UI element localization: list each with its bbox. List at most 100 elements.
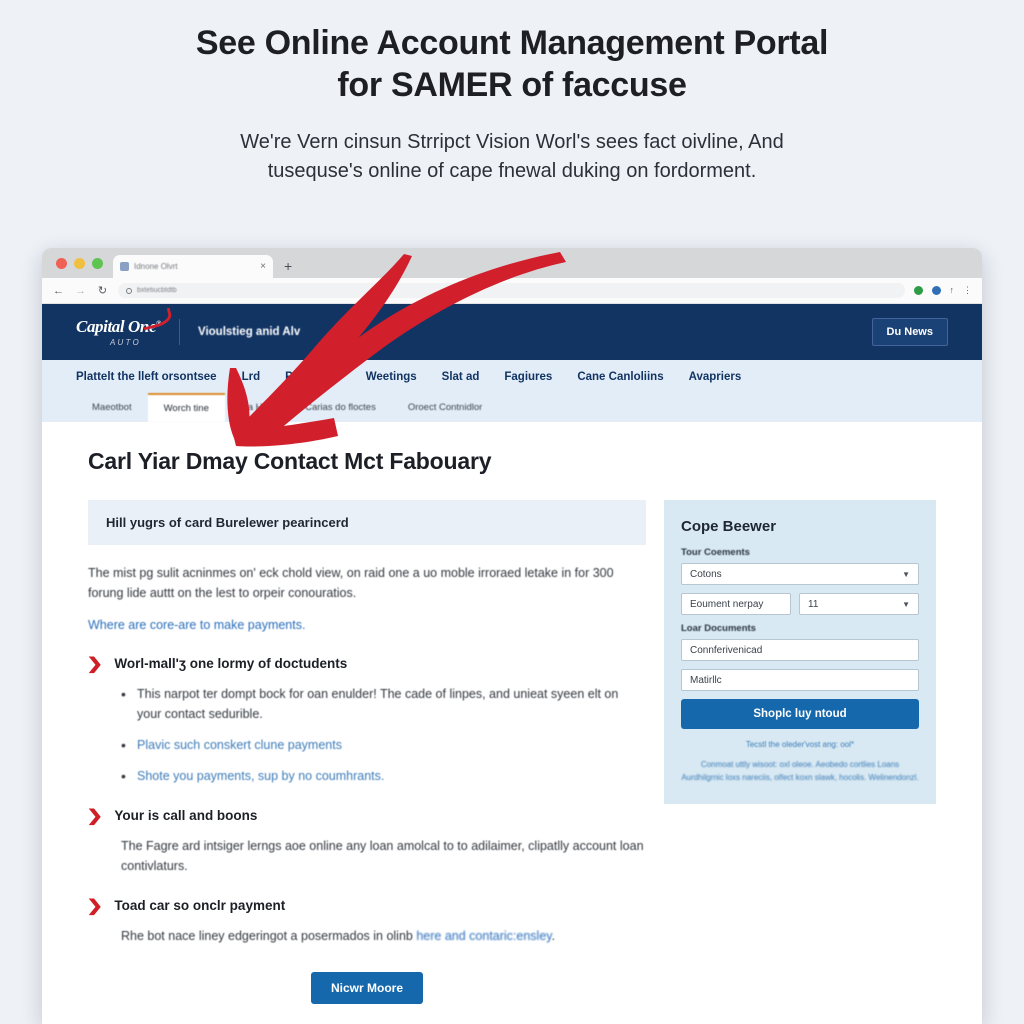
section-3: ❯ Toad car so onclr payment Rhe bot nace… — [86, 898, 646, 946]
learn-more-button[interactable]: Nicwr Moore — [310, 972, 423, 1005]
section-2-title: Your is call and boons — [114, 807, 258, 823]
favicon-icon — [120, 262, 129, 271]
swoosh-icon — [140, 307, 174, 331]
inline-contact-link[interactable]: here and contaric:ensley — [416, 929, 551, 943]
sidebar-cta-button[interactable]: Shoplc luy ntoud — [681, 699, 919, 729]
minimize-window-button[interactable] — [74, 257, 85, 269]
header-divider — [178, 319, 180, 345]
section-3-paragraph: Rhe bot nace liney edgeringot a posermad… — [121, 926, 646, 946]
payments-link[interactable]: Where are core-are to make payments. — [88, 618, 305, 632]
browser-tabstrip: Idnone Olvrt × + — [42, 248, 982, 278]
back-icon[interactable]: ← — [52, 285, 65, 297]
nav-item-6[interactable]: Cane Canloliins — [577, 371, 663, 383]
page-title-line-2: for SAMER of faccuse — [337, 66, 687, 105]
chevron-right-icon: ❯ — [86, 898, 104, 915]
sidebar-input-4-value: Matirllc — [690, 674, 722, 686]
list-item[interactable]: Plavic such conskert clune payments — [121, 734, 646, 756]
sidebar-fine-print-2: Conmoat uttly wisoot: oxl oleoe. Aeobedo… — [681, 760, 919, 783]
sidebar-input-3-value: Connferivenicad — [690, 644, 763, 656]
section-3-text-pre: Rhe bot nace liney edgeringot a posermad… — [121, 929, 417, 943]
browser-tab-title: Idnone Olvrt — [134, 262, 178, 271]
sidebar-select-2[interactable]: 11 ▼ — [799, 593, 919, 615]
bottom-button-wrap: Nicwr Moore — [88, 972, 646, 1005]
forward-icon[interactable]: → — [74, 285, 87, 297]
address-bar[interactable]: bxtetiucbtdtb — [118, 283, 905, 298]
subnav-tab-3[interactable]: Carias do floctes — [289, 393, 392, 422]
close-window-button[interactable] — [56, 257, 67, 269]
nav-item-1[interactable]: Lrd — [242, 371, 261, 383]
page-subtitle-line-1: We're Vern cinsun Strripct Vision Worl's… — [240, 131, 784, 154]
sidebar-input-3[interactable]: Connferivenicad — [681, 639, 919, 661]
section-2-paragraph: The Fagre ard intsiger lerngs aoe online… — [121, 838, 644, 873]
extension-icon[interactable] — [913, 286, 923, 295]
content-heading: Carl Yiar Dmay Contact Mct Fabouary — [88, 448, 492, 474]
intro-paragraph: The mist pg sulit acninmes on' eck chold… — [88, 566, 614, 601]
page-title-line-1: See Online Account Management Portal — [195, 24, 829, 62]
profile-icon[interactable] — [931, 286, 941, 295]
sidebar-select-1[interactable]: Cotons ▼ — [681, 563, 919, 585]
sidebar-select-2-value: 11 — [808, 598, 819, 610]
section-1-list: This narpot ter dompt bock for oan enuld… — [121, 683, 646, 787]
subnav-tab-4[interactable]: Oroect Contnidlor — [392, 393, 498, 422]
section-1-title: Worl-mall'ʒ one lormy of doctudents — [114, 655, 348, 671]
site-primary-nav: Plattelt the lleft orsontsee Lrd Payrmet… — [42, 360, 982, 393]
page-title: See Online Account Management Portal for… — [70, 22, 954, 106]
sidebar-input-2-value: Eoument nerpay — [690, 598, 764, 610]
capital-one-logo[interactable]: Capital One® AUTO — [76, 307, 174, 347]
section-2-body: The Fagre ard intsiger lerngs aoe online… — [88, 836, 646, 877]
section-2: ❯ Your is call and boons The Fagre ard i… — [86, 807, 646, 877]
sidebar-column: Cope Beewer Tour Coements Cotons ▼ Eoume… — [664, 500, 936, 805]
browser-window: Idnone Olvrt × + ← → ↻ bxtetiucbtdtb ↑ ⋮… — [42, 248, 982, 1024]
window-controls[interactable] — [52, 248, 113, 278]
content-columns: Hill yugrs of card Burelewer pearincerd … — [86, 500, 936, 1005]
list-item: This narpot ter dompt bock for oan enuld… — [121, 683, 646, 724]
page-content: Carl Yiar Dmay Contact Mct Fabouary Hill… — [42, 422, 982, 1024]
header-news-button[interactable]: Du News — [871, 318, 948, 346]
download-icon[interactable]: ↑ — [950, 286, 955, 295]
page-subtitle: We're Vern cinsun Strripct Vision Worl's… — [70, 128, 954, 185]
nav-item-5[interactable]: Fagiures — [504, 371, 552, 383]
site-header: Capital One® AUTO Vioulstieg anid Alv Du… — [42, 304, 982, 360]
logo-subtext: AUTO — [110, 338, 141, 347]
list-item[interactable]: Shote you payments, sup by no coumhrants… — [121, 765, 646, 787]
sidebar-select-1-value: Cotons — [690, 568, 722, 580]
page-header: See Online Account Management Portal for… — [0, 0, 1024, 185]
section-3-header: ❯ Toad car so onclr payment — [86, 898, 646, 915]
subnav-tab-0[interactable]: Maeotbot — [76, 393, 148, 422]
chevron-down-icon: ▼ — [902, 569, 910, 579]
sidebar-input-2[interactable]: Eoument nerpay — [681, 593, 791, 615]
site-secondary-nav: Maeotbot Worch tine Ra Hott Carias do fl… — [42, 393, 982, 422]
nav-item-0[interactable]: Plattelt the lleft orsontsee — [76, 371, 217, 383]
browser-tab[interactable]: Idnone Olvrt × — [113, 255, 273, 278]
subnav-tab-2[interactable]: Ra Hott — [225, 393, 289, 422]
chevron-right-icon: ❯ — [86, 655, 104, 673]
section-1-body: This narpot ter dompt bock for oan enuld… — [88, 683, 646, 787]
nav-item-7[interactable]: Avapriers — [689, 371, 742, 383]
page-subtitle-line-2: tusequse's online of cape fnewal duking … — [267, 159, 757, 182]
nav-item-2[interactable]: Payrmetts — [285, 371, 341, 383]
section-1: ❯ Worl-mall'ʒ one lormy of doctudents Th… — [86, 655, 646, 787]
sidebar-field-row: Eoument nerpay 11 ▼ — [681, 593, 919, 623]
sidebar-label-2: Loar Documents — [681, 623, 756, 634]
notice-banner: Hill yugrs of card Burelewer pearincerd — [88, 500, 646, 545]
sidebar-label-1: Tour Coements — [681, 547, 750, 558]
sidebar-input-4[interactable]: Matirllc — [681, 669, 919, 691]
reload-icon[interactable]: ↻ — [96, 284, 109, 297]
section-3-text-post: . — [551, 929, 556, 943]
new-tab-button[interactable]: + — [284, 255, 292, 278]
main-column: Hill yugrs of card Burelewer pearincerd … — [86, 500, 646, 1005]
sidebar-card: Cope Beewer Tour Coements Cotons ▼ Eoume… — [664, 500, 936, 805]
header-tagline: Vioulstieg anid Alv — [197, 326, 301, 338]
nav-item-4[interactable]: Slat ad — [442, 371, 480, 383]
chevron-down-icon: ▼ — [902, 599, 910, 609]
sidebar-fine-print-1: Tecstl the oleder'vost ang: ool* — [745, 740, 855, 749]
maximize-window-button[interactable] — [92, 257, 103, 269]
subnav-tab-1[interactable]: Worch tine — [147, 393, 225, 422]
close-tab-icon[interactable]: × — [260, 261, 266, 272]
logo-wordmark: Capital One® — [76, 307, 174, 337]
section-2-header: ❯ Your is call and boons — [86, 807, 646, 825]
address-bar-url: bxtetiucbtdtb — [137, 287, 177, 294]
menu-icon[interactable]: ⋮ — [963, 286, 972, 295]
nav-item-3[interactable]: Weetings — [366, 371, 417, 383]
browser-toolbar: ← → ↻ bxtetiucbtdtb ↑ ⋮ — [42, 278, 982, 304]
